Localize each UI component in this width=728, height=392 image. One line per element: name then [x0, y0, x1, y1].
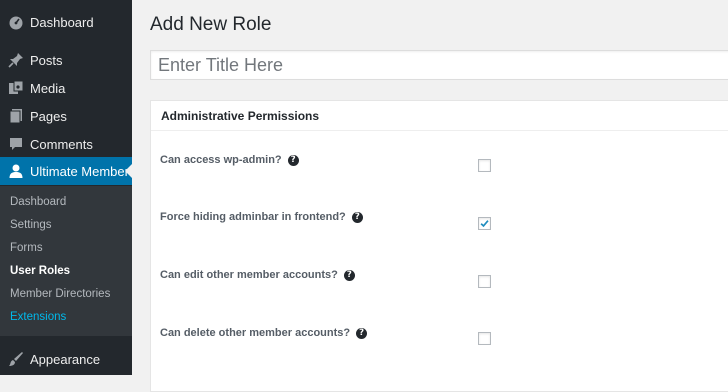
permissions-box-header: Administrative Permissions [151, 101, 728, 131]
sidebar-item-label: Pages [30, 108, 67, 124]
help-icon[interactable]: ? [351, 211, 363, 223]
current-menu-arrow [125, 164, 132, 178]
comment-icon [8, 136, 24, 152]
sidebar-item-posts[interactable]: Posts [0, 46, 132, 74]
permission-label-delete-accounts: Can delete other member accounts? ? [160, 327, 368, 339]
pin-icon [8, 52, 24, 68]
sidebar-item-label: Posts [30, 52, 63, 68]
checkbox-edit-accounts[interactable] [478, 275, 491, 288]
sidebar-item-ultimate-member[interactable]: Ultimate Member [0, 157, 132, 185]
permissions-box: Administrative Permissions [150, 100, 728, 392]
sidebar-item-label: Comments [30, 136, 93, 152]
help-icon[interactable]: ? [287, 154, 299, 166]
checkbox-hide-adminbar[interactable] [478, 217, 491, 230]
submenu-item-member-directories[interactable]: Member Directories [10, 288, 110, 300]
submenu-item-user-roles[interactable]: User Roles [10, 265, 70, 277]
role-title-input[interactable] [150, 50, 728, 80]
submenu-item-forms[interactable]: Forms [10, 242, 43, 254]
sidebar-item-label: Ultimate Member [30, 163, 129, 179]
help-icon[interactable]: ? [343, 269, 355, 281]
brush-icon [8, 351, 24, 367]
sidebar-item-label: Dashboard [30, 14, 94, 30]
sidebar-item-label: Media [30, 80, 66, 96]
permissions-box-title: Administrative Permissions [161, 109, 320, 123]
ultimate-member-submenu: Dashboard Settings Forms User Roles Memb… [0, 186, 132, 336]
sidebar-item-media[interactable]: Media [0, 74, 132, 102]
sidebar-item-appearance[interactable]: Appearance [0, 345, 132, 373]
submenu-item-dashboard[interactable]: Dashboard [10, 196, 66, 208]
permission-label-edit-accounts: Can edit other member accounts? ? [160, 269, 355, 281]
checkmark-icon [480, 220, 489, 228]
sidebar-item-dashboard[interactable]: Dashboard [0, 8, 132, 36]
submenu-item-extensions[interactable]: Extensions [10, 311, 66, 323]
permission-label-access-wp-admin: Can access wp-admin? ? [160, 154, 299, 166]
media-icon [8, 80, 24, 96]
permission-label-hide-adminbar: Force hiding adminbar in frontend? ? [160, 211, 363, 223]
dashboard-icon [8, 14, 24, 30]
checkbox-delete-accounts[interactable] [478, 332, 491, 345]
submenu-item-settings[interactable]: Settings [10, 219, 52, 231]
sidebar-item-pages[interactable]: Pages [0, 102, 132, 130]
user-icon [8, 163, 24, 179]
help-icon[interactable]: ? [356, 327, 368, 339]
checkbox-access-wp-admin[interactable] [478, 159, 491, 172]
pages-icon [8, 108, 24, 124]
sidebar-item-label: Appearance [30, 351, 101, 367]
sidebar-item-comments[interactable]: Comments [0, 130, 132, 158]
page-title: Add New Role [150, 14, 272, 35]
admin-sidebar: Dashboard Posts Media Pages Comments Ult… [0, 0, 132, 375]
